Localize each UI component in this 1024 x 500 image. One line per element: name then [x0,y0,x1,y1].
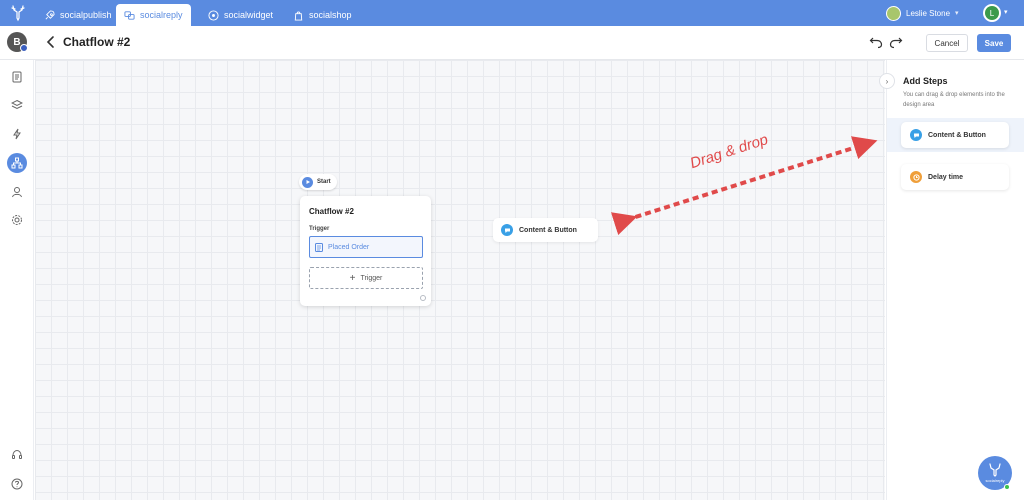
trigger-item[interactable]: Placed Order [309,236,423,258]
step-label: Content & Button [928,131,986,139]
start-label: Start [317,179,331,185]
tab-socialreply[interactable]: socialreply [116,4,191,26]
clock-icon [910,171,922,183]
layers-icon [11,99,23,110]
user-name: Leslie Stone [906,8,951,18]
account-initial: L [985,6,999,20]
online-status-indicator [1004,484,1010,490]
add-steps-panel: › Add Steps You can drag & drop elements… [879,60,1024,500]
sidebar-item-settings[interactable] [9,212,25,228]
user-menu[interactable]: Leslie Stone ▾ [886,4,959,22]
deer-logo-icon[interactable] [9,4,27,22]
facebook-badge-icon [20,44,28,52]
tab-label: socialwidget [224,10,274,20]
start-node[interactable]: Start [299,174,337,190]
redo-icon[interactable] [889,35,903,49]
back-arrow-icon[interactable] [44,34,58,50]
list-icon [315,242,323,252]
panel-title: Add Steps [903,76,948,86]
deer-logo-icon [989,463,1001,477]
design-canvas[interactable] [35,60,885,500]
widget-icon [208,9,219,21]
user-icon [12,187,22,198]
chevron-right-icon[interactable]: › [879,73,895,89]
shopping-bag-icon [294,10,303,21]
flow-icon [11,157,23,169]
sidebar-item-help[interactable] [9,476,25,492]
sidebar-item-automation[interactable] [9,126,25,142]
account-avatar[interactable]: L [983,4,1001,22]
tab-label: socialpublish [60,10,112,20]
left-sidebar: B [0,32,34,500]
add-trigger-button[interactable]: + Trigger [309,267,423,289]
rocket-icon [45,9,55,19]
document-icon [12,71,22,83]
trigger-name: Placed Order [328,243,370,251]
lightning-icon [13,128,21,140]
top-nav: socialpublish socialreply socialwidget s… [0,0,1024,26]
sidebar-item-contacts[interactable] [9,184,25,200]
tab-socialwidget[interactable]: socialwidget [200,4,281,26]
plus-icon: + [349,272,356,284]
step-label: Delay time [928,173,964,181]
settings-icon [12,215,22,225]
page-title: Chatflow #2 [63,35,131,49]
sidebar-item-support[interactable] [9,447,25,463]
help-icon [11,478,23,490]
sidebar-item-chatflow[interactable] [7,153,27,173]
step-delay-time[interactable]: Delay time [901,164,1009,190]
user-avatar [886,5,901,21]
sidebar-item-layers[interactable] [9,97,25,113]
step-content-button[interactable]: Content & Button [901,122,1009,148]
support-icon [12,449,22,459]
chip-label: Content & Button [519,226,577,234]
trigger-label: Trigger [309,226,330,232]
dragged-content-button-step[interactable]: Content & Button [493,218,598,242]
add-trigger-label: Trigger [360,274,383,282]
chat-icon [910,129,922,141]
panel-description: You can drag & drop elements into the de… [903,92,1005,108]
cancel-button[interactable]: Cancel [926,34,968,52]
connector-handle[interactable] [420,295,426,301]
tab-socialpublish[interactable]: socialpublish [36,4,120,26]
chat-bubbles-icon [124,10,135,20]
page-header: Chatflow #2 Cancel Save [0,26,1024,60]
fab-label: socialreply [985,478,1005,483]
play-icon [302,176,313,188]
undo-icon[interactable] [869,35,883,49]
tab-socialshop[interactable]: socialshop [285,4,360,26]
save-button[interactable]: Save [977,34,1011,52]
tab-label: socialreply [140,10,183,20]
chatflow-card[interactable]: Chatflow #2 Trigger Placed Order + Trigg… [300,196,431,306]
tab-label: socialshop [309,10,352,20]
chevron-down-icon[interactable]: ▾ [1004,8,1008,16]
chevron-down-icon: ▾ [955,10,959,17]
chat-icon [501,224,513,236]
card-title: Chatflow #2 [309,207,354,216]
sidebar-item-documents[interactable] [9,69,25,85]
